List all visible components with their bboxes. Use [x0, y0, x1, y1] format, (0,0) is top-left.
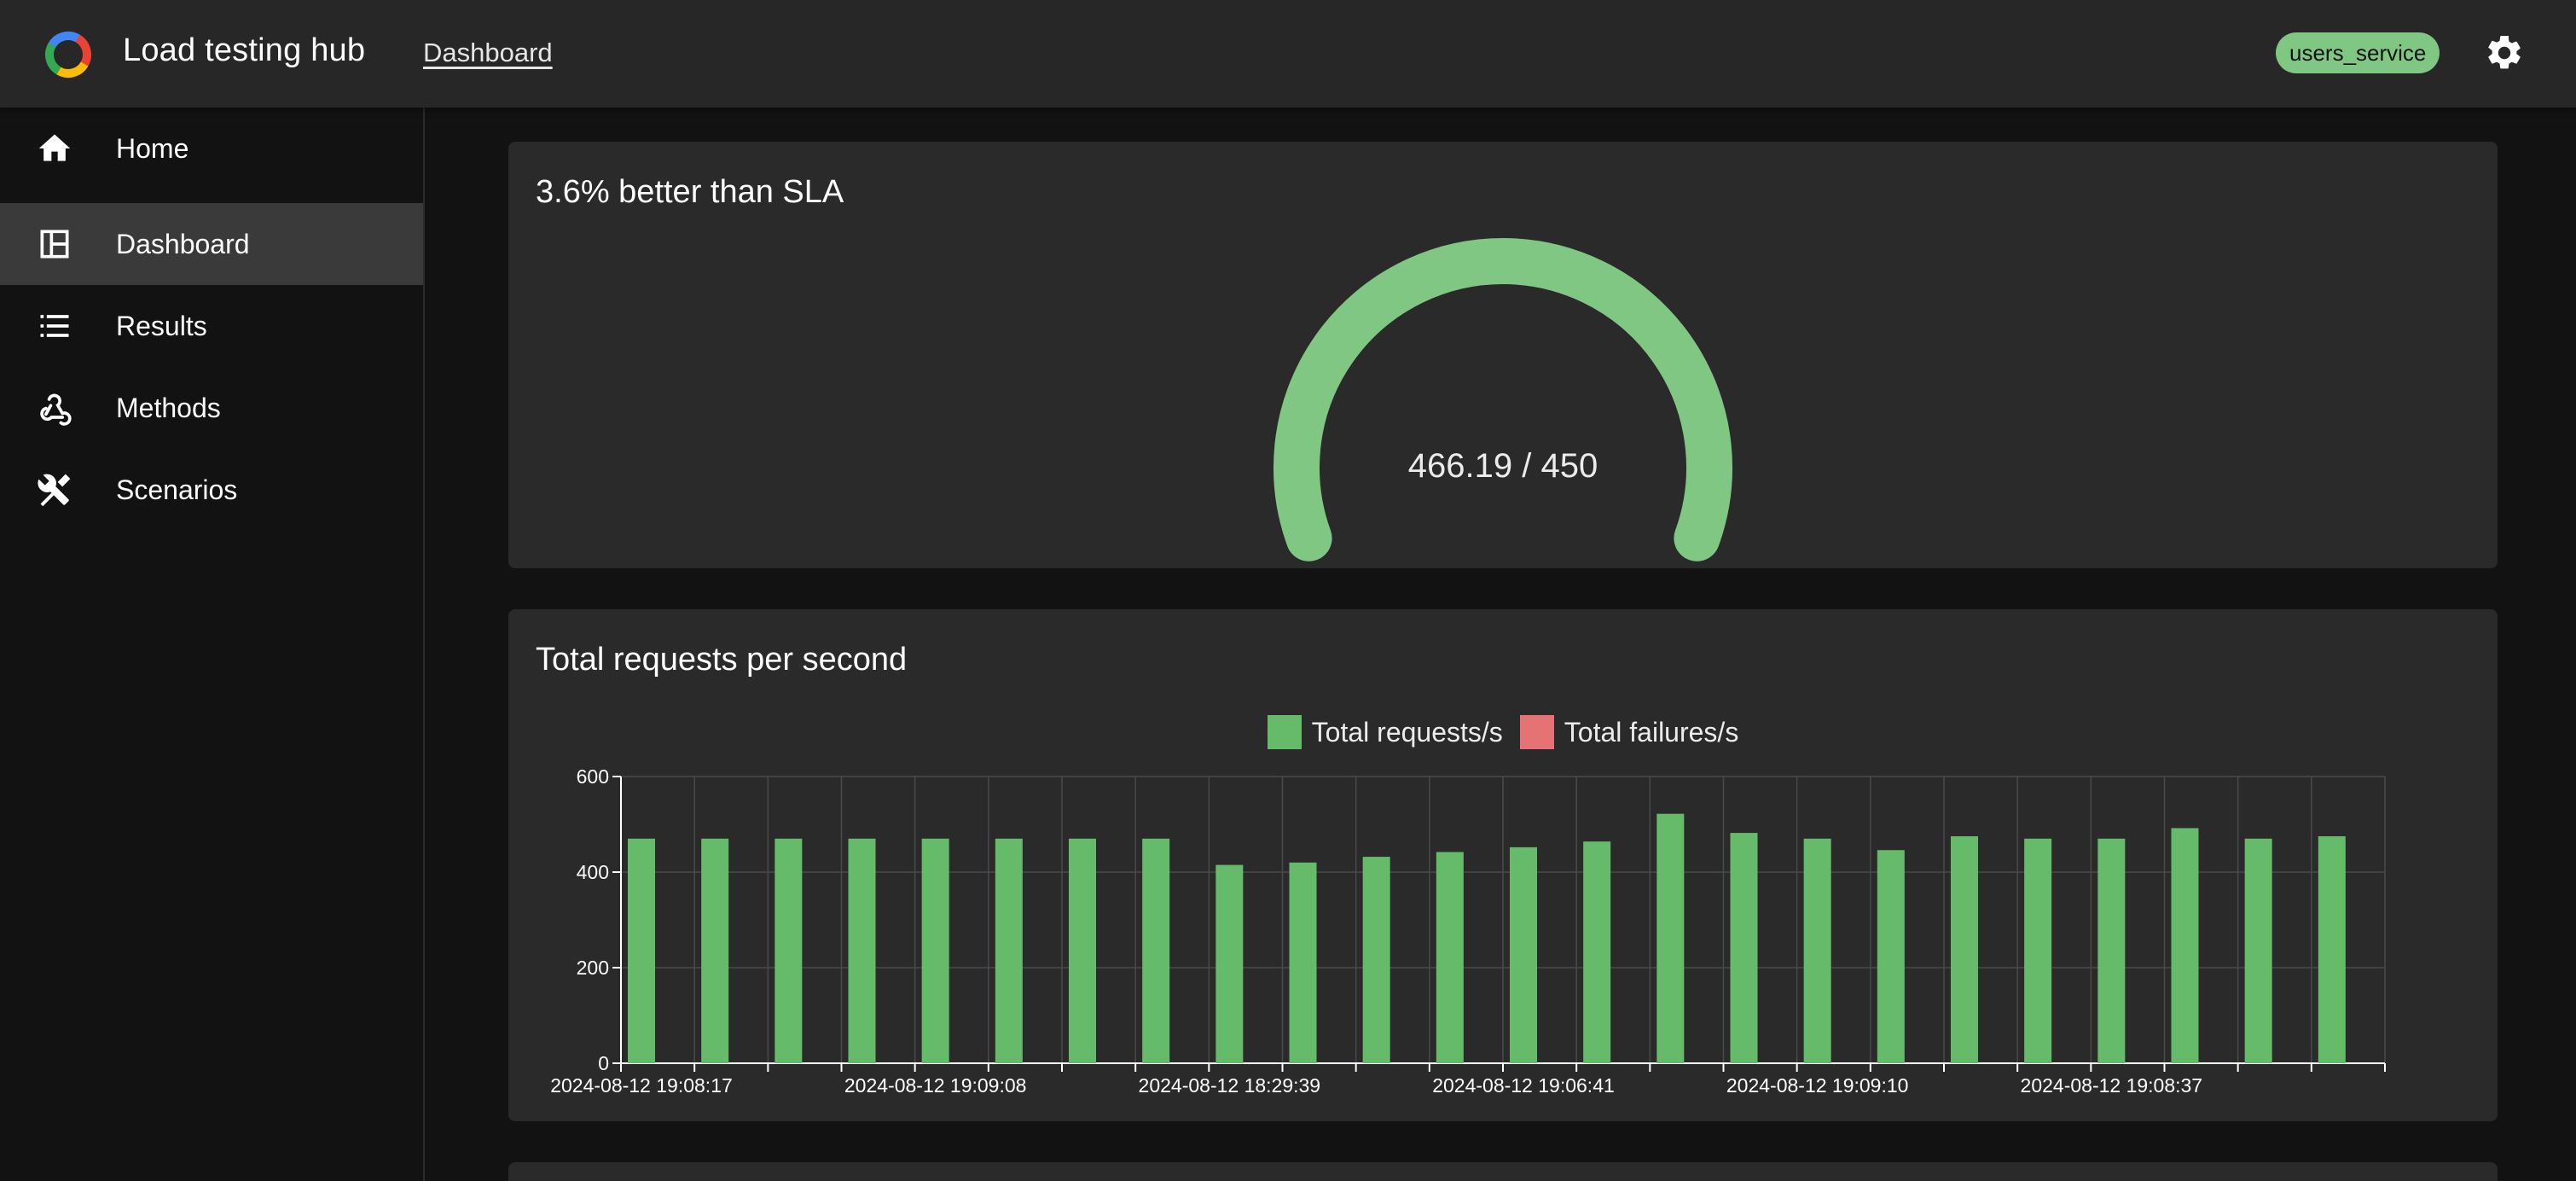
bar-total-requests	[628, 838, 655, 1063]
gauge-value: 466.19 / 450	[1407, 447, 1598, 485]
home-icon	[38, 134, 71, 161]
next-card	[508, 1162, 2498, 1181]
sidebar-item-label: Results	[116, 311, 207, 341]
sidebar: Home Dashboard Results Methods Scenarios	[0, 108, 425, 1181]
bar-total-requests	[1215, 864, 1244, 1063]
rps-bar-chart: 0 200 400 600 2024-08-12 19:08:17 2024-08-12 …	[550, 765, 2386, 1097]
bar-total-requests	[775, 838, 803, 1063]
sidebar-item-dashboard[interactable]: Dashboard	[0, 203, 423, 285]
sidebar-item-label: Dashboard	[116, 229, 250, 259]
dashboard-icon	[40, 230, 69, 259]
bar-total-requests	[1877, 850, 1905, 1063]
sidebar-item-home[interactable]: Home	[0, 108, 423, 189]
bar-total-requests	[1583, 841, 1611, 1063]
x-tick-label: 2024-08-12 19:08:17	[550, 1074, 733, 1097]
sla-card: 3.6% better than SLA 466.19 / 450	[508, 142, 2498, 568]
bar-total-requests	[1142, 838, 1170, 1063]
rps-card: Total requests per second Total requests…	[508, 609, 2498, 1121]
bar-total-requests	[2097, 838, 2126, 1063]
bar-total-requests	[995, 838, 1023, 1063]
x-tick-label: 2024-08-12 19:09:10	[1726, 1074, 1909, 1097]
y-tick-label: 600	[577, 765, 609, 788]
x-tick-label: 2024-08-12 19:08:37	[2021, 1074, 2203, 1097]
bar-total-requests	[1803, 838, 1831, 1063]
bar-total-requests	[2024, 838, 2052, 1063]
bar-total-requests	[848, 838, 876, 1063]
bar-total-requests	[1656, 813, 1685, 1063]
bar-total-requests	[1951, 836, 1978, 1063]
bar-total-requests	[921, 838, 949, 1063]
sidebar-item-label: Scenarios	[116, 474, 238, 505]
bar-total-requests	[1069, 838, 1096, 1063]
gauge-arc	[1273, 238, 1732, 561]
app-title: Load testing hub	[123, 32, 366, 68]
bar-total-requests	[1730, 833, 1758, 1063]
list-icon	[40, 315, 69, 337]
sidebar-item-methods[interactable]: Methods	[0, 367, 423, 449]
y-tick-label: 400	[577, 861, 609, 883]
google-colors-ring-icon	[45, 32, 91, 78]
x-tick-label: 2024-08-12 19:09:08	[844, 1074, 1027, 1097]
sla-gauge	[1273, 238, 1732, 561]
service-badge[interactable]: users_service	[2276, 32, 2440, 73]
bar-total-requests	[1362, 857, 1390, 1063]
sidebar-item-results[interactable]: Results	[0, 285, 423, 367]
bar-total-requests	[1436, 852, 1464, 1063]
bar-total-requests	[1510, 846, 1537, 1063]
top-app-bar: Load testing hub Dashboard users_service	[0, 0, 2576, 108]
bar-total-requests	[2171, 828, 2199, 1063]
bar-total-requests	[2244, 838, 2272, 1063]
y-tick-label: 0	[598, 1052, 609, 1074]
sidebar-item-scenarios[interactable]: Scenarios	[0, 449, 423, 531]
sidebar-item-label: Home	[116, 133, 189, 164]
breadcrumb-dashboard[interactable]: Dashboard	[423, 38, 553, 68]
x-tick-label: 2024-08-12 19:06:41	[1432, 1074, 1615, 1097]
y-tick-label: 200	[577, 957, 609, 979]
tools-icon	[38, 474, 71, 507]
gear-icon[interactable]	[2484, 32, 2525, 73]
sidebar-item-label: Methods	[116, 393, 221, 423]
bar-total-requests	[1289, 862, 1317, 1063]
webhook-icon	[40, 393, 72, 426]
bar-total-requests	[701, 838, 729, 1063]
x-tick-label: 2024-08-12 18:29:39	[1139, 1074, 1321, 1097]
bar-total-requests	[2318, 836, 2346, 1063]
